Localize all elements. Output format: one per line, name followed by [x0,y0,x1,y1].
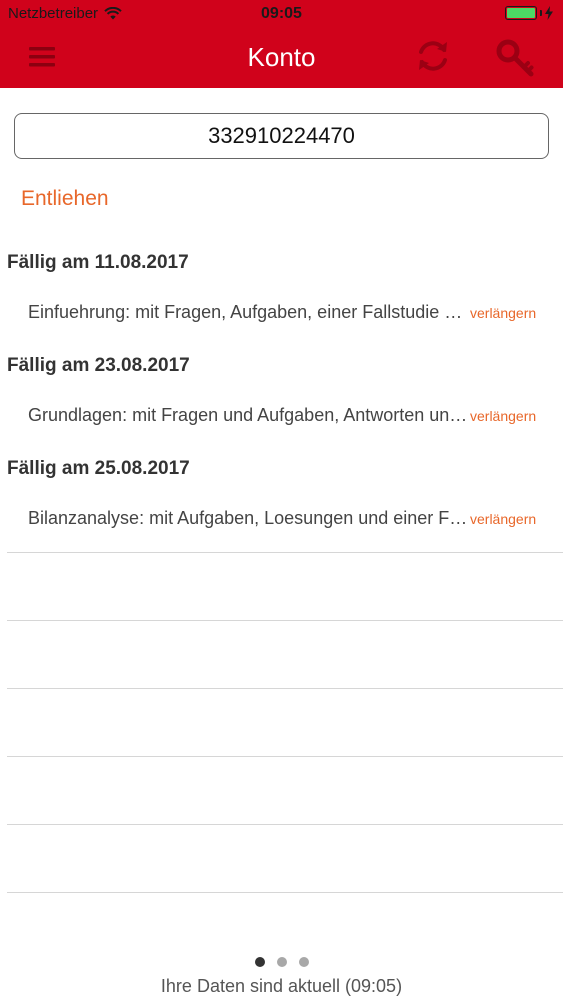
loan-title: Grundlagen: mit Fragen und Aufgaben, Ant… [28,405,470,425]
loan-title: Einfuehrung: mit Fragen, Aufgaben, einer… [28,302,470,322]
due-date-header: Fällig am 23.08.2017 [7,355,190,376]
data-status-text: Ihre Daten sind aktuell (09:05) [160,976,403,996]
loan-title: Bilanzanalyse: mit Aufgaben, Loesungen u… [28,508,470,528]
refresh-button[interactable] [414,37,452,75]
section-title-borrowed: Entliehen [21,187,109,210]
page-dot[interactable] [298,957,309,967]
row-separator [7,620,563,621]
battery-icon [505,6,537,20]
login-key-button[interactable] [494,37,536,79]
renew-button[interactable]: verlängern [470,408,536,424]
page-dot[interactable] [276,957,287,967]
renew-button[interactable]: verlängern [470,305,536,321]
row-separator [7,552,563,553]
refresh-icon [419,41,447,71]
battery-fill [507,8,535,18]
page-dot[interactable] [254,957,265,967]
row-separator [7,824,563,825]
page-title: Konto [247,42,316,72]
renew-button[interactable]: verlängern [470,511,536,527]
row-separator [7,756,563,757]
charging-bolt-icon [545,6,553,20]
loan-list-item[interactable]: Bilanzanalyse: mit Aufgaben, Loesungen u… [0,500,563,540]
page-indicator[interactable] [0,957,563,967]
loan-list-item[interactable]: Grundlagen: mit Fragen und Aufgaben, Ant… [0,397,563,437]
navigation-bar: Konto [0,28,563,88]
loan-list-item[interactable]: Einfuehrung: mit Fragen, Aufgaben, einer… [0,294,563,334]
due-date-header: Fällig am 25.08.2017 [7,458,190,479]
row-separator [7,892,563,893]
row-separator [7,688,563,689]
status-time: 09:05 [261,5,302,22]
status-bar: Netzbetreiber 09:05 [0,0,563,28]
due-date-header: Fällig am 11.08.2017 [7,252,189,273]
battery-tip [540,10,542,16]
key-icon [496,39,534,77]
library-card-number-field[interactable] [14,113,549,159]
battery-indicator [505,6,553,20]
